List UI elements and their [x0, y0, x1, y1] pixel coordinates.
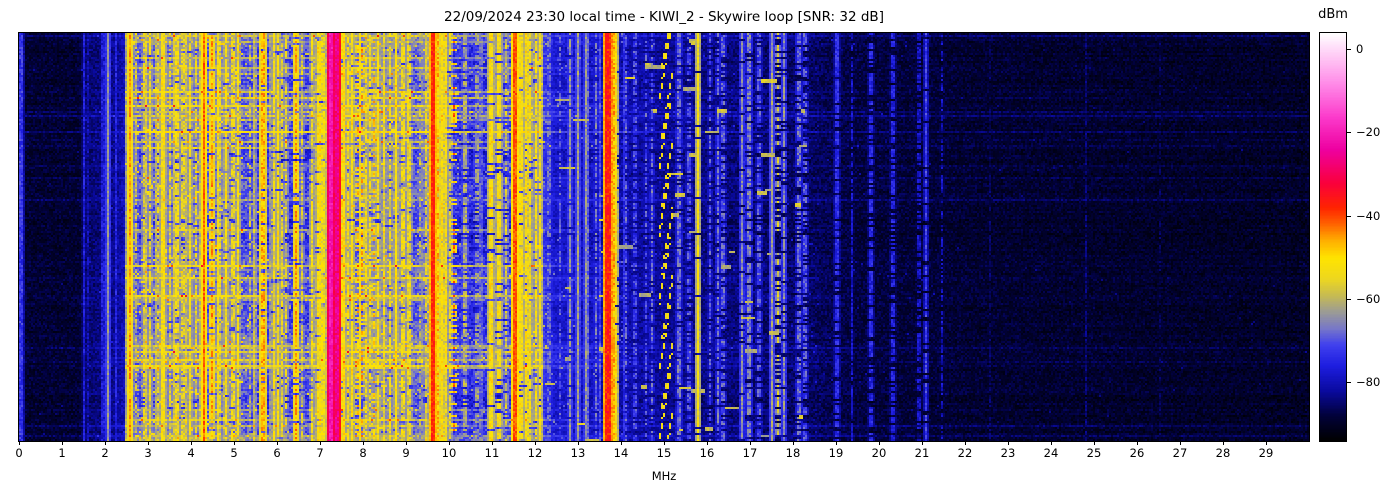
x-tick-label: 1	[49, 446, 75, 460]
x-tick-mark	[191, 441, 192, 445]
x-tick-label: 12	[522, 446, 548, 460]
x-tick-mark	[277, 441, 278, 445]
x-tick-mark	[449, 441, 450, 445]
x-tick-mark	[621, 441, 622, 445]
x-tick-mark	[1137, 441, 1138, 445]
colorbar-tick-mark	[1346, 216, 1351, 217]
x-tick-mark	[1094, 441, 1095, 445]
x-tick-label: 5	[221, 446, 247, 460]
x-tick-label: 4	[178, 446, 204, 460]
x-tick-mark	[62, 441, 63, 445]
x-tick-label: 29	[1253, 446, 1279, 460]
x-tick-label: 23	[995, 446, 1021, 460]
colorbar-canvas	[1320, 33, 1346, 441]
x-tick-label: 24	[1038, 446, 1064, 460]
x-tick-mark	[363, 441, 364, 445]
x-tick-mark	[234, 441, 235, 445]
x-tick-mark	[492, 441, 493, 445]
x-tick-mark	[105, 441, 106, 445]
x-tick-mark	[922, 441, 923, 445]
x-tick-label: 3	[135, 446, 161, 460]
x-tick-label: 15	[651, 446, 677, 460]
waterfall-canvas	[19, 33, 1309, 441]
colorbar-tick-label: −60	[1356, 293, 1380, 306]
x-tick-label: 22	[952, 446, 978, 460]
colorbar-tick-label: −80	[1356, 376, 1380, 389]
colorbar-tick-mark	[1346, 49, 1351, 50]
colorbar-tick-mark	[1346, 132, 1351, 133]
x-tick-mark	[707, 441, 708, 445]
x-tick-label: 20	[866, 446, 892, 460]
x-tick-mark	[965, 441, 966, 445]
x-tick-label: 9	[393, 446, 419, 460]
x-tick-label: 6	[264, 446, 290, 460]
x-tick-mark	[535, 441, 536, 445]
x-tick-mark	[1008, 441, 1009, 445]
colorbar-tick-mark	[1346, 299, 1351, 300]
x-tick-mark	[879, 441, 880, 445]
x-tick-label: 2	[92, 446, 118, 460]
spectrogram-page: 22/09/2024 23:30 local time - KIWI_2 - S…	[0, 0, 1400, 500]
x-tick-label: 17	[737, 446, 763, 460]
x-tick-label: 16	[694, 446, 720, 460]
x-tick-label: 7	[307, 446, 333, 460]
x-tick-label: 14	[608, 446, 634, 460]
x-tick-mark	[1223, 441, 1224, 445]
colorbar-tick-label: −20	[1356, 126, 1380, 139]
x-tick-label: 27	[1167, 446, 1193, 460]
x-tick-mark	[19, 441, 20, 445]
colorbar-tick-label: 0	[1356, 43, 1363, 56]
colorbar-unit-label: dBm	[1313, 7, 1353, 22]
x-tick-mark	[664, 441, 665, 445]
x-tick-label: 10	[436, 446, 462, 460]
x-tick-label: 13	[565, 446, 591, 460]
x-tick-label: 8	[350, 446, 376, 460]
colorbar-tick-mark	[1346, 382, 1351, 383]
x-tick-label: 26	[1124, 446, 1150, 460]
x-tick-mark	[836, 441, 837, 445]
x-tick-label: 21	[909, 446, 935, 460]
x-tick-mark	[793, 441, 794, 445]
x-tick-label: 28	[1210, 446, 1236, 460]
colorbar-tick-label: −40	[1356, 210, 1380, 223]
x-tick-label: 11	[479, 446, 505, 460]
x-tick-mark	[320, 441, 321, 445]
x-tick-mark	[1266, 441, 1267, 445]
chart-title: 22/09/2024 23:30 local time - KIWI_2 - S…	[19, 8, 1309, 26]
x-tick-mark	[1180, 441, 1181, 445]
x-tick-label: 18	[780, 446, 806, 460]
x-tick-mark	[148, 441, 149, 445]
x-tick-mark	[1051, 441, 1052, 445]
x-tick-label: 19	[823, 446, 849, 460]
x-tick-label: 25	[1081, 446, 1107, 460]
x-tick-label: 0	[6, 446, 32, 460]
x-tick-mark	[750, 441, 751, 445]
waterfall-plot	[18, 32, 1310, 442]
x-axis-label: MHz	[19, 469, 1309, 483]
x-tick-mark	[406, 441, 407, 445]
x-tick-mark	[578, 441, 579, 445]
colorbar	[1319, 32, 1347, 442]
